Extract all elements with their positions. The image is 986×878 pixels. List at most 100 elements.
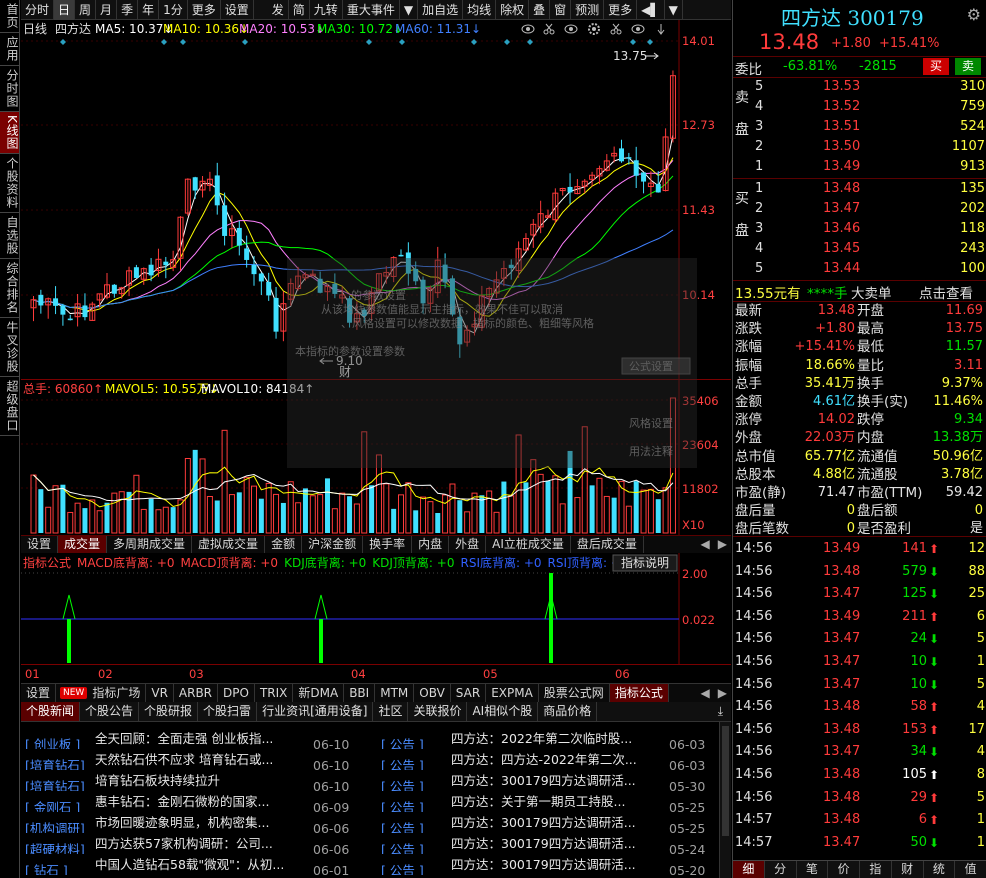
news-item[interactable]: [超硬材料] 四方达获57家机构调研：公司... 06-06 [25,833,365,854]
overlay-formula-btn[interactable]: 公式设置 [629,360,673,373]
nav-item[interactable]: 超级盘口 [0,377,19,436]
news-title[interactable]: 市场回暖迹象明显，机构密集... [95,812,313,833]
big-order-row[interactable]: 13.55元有 ****手 大卖单 点击查看 [733,281,986,302]
big-order-link[interactable]: 点击查看 [919,282,973,302]
indicator-tab[interactable]: TRIX [255,684,294,702]
indicator-tab[interactable]: EXPMA [486,684,539,702]
news-item[interactable]: [ 钻石 ] 中国人造钻石58载"微观"：从初... 06-01 [25,854,365,875]
news-title[interactable]: 中国人造钻石58载"微观"：从初... [95,854,313,875]
nav-item[interactable]: 综合排名 [0,259,19,318]
toolbar-button[interactable]: 预测 [571,0,605,20]
scroll-right-icon[interactable]: ▶ [714,536,731,553]
quote-tab[interactable]: 价 [828,861,860,878]
new-badge[interactable]: NEW [60,687,88,699]
indicator-tab[interactable]: 指标公式 [609,684,669,702]
volume-tab[interactable]: 设置 [21,536,59,553]
indicator-tab[interactable]: VR [146,684,174,702]
overlay-usage-btn[interactable]: 用法注释 [629,444,673,458]
toolbar-button[interactable]: 年 [138,0,160,20]
order-level[interactable]: 2 13.50 1107 [733,137,986,157]
toolbar-button[interactable]: ◀▌ [637,0,665,20]
news-tab[interactable]: 个股扫雷 [198,702,258,721]
quote-tab[interactable]: 笔 [797,861,829,878]
order-level[interactable]: 1 13.48 135 [733,179,986,199]
nav-item[interactable]: 首页 [0,0,19,33]
volume-tab[interactable]: 换手率 [363,536,413,553]
volume-tab[interactable]: 成交量 [58,536,108,553]
volume-tab[interactable]: 多周期成交量 [107,536,193,553]
news-title[interactable]: 四方达获57家机构调研：公司... [95,833,313,854]
news-tab[interactable]: 社区 [373,702,409,721]
indicator-tab[interactable]: 设置 [21,684,57,702]
news-title[interactable]: 四方达：300179四方达调研活... [451,770,669,791]
news-tab[interactable]: 个股研报 [139,702,199,721]
quote-tab[interactable]: 分 [765,861,797,878]
order-level[interactable]: 5 13.44 100 [733,259,986,279]
news-tab[interactable]: 个股新闻 [21,702,81,721]
news-item[interactable]: [培育钻石] 培育钻石板块持续拉升 06-10 [25,770,365,791]
download-icon[interactable]: ⤓ [710,702,731,721]
nav-item[interactable]: 个股资料 [0,154,19,213]
toolbar-button[interactable]: 更多 [604,0,638,20]
news-title[interactable]: 培育钻石板块持续拉升 [95,770,313,791]
indicator-tab[interactable]: MTM [375,684,415,702]
toolbar-button[interactable]: 1分 [159,0,188,20]
overlay-style-btn[interactable]: 风格设置 [629,416,673,430]
indicator-tab[interactable]: DPO [218,684,255,702]
toolbar-button[interactable]: ▼ [665,0,683,20]
indicator-tab[interactable]: 新DMA [293,684,345,702]
quote-tab[interactable]: 财 [892,861,924,878]
quote-tab[interactable]: 值 [955,861,986,878]
toolbar-button[interactable]: 季 [117,0,139,20]
volume-tab[interactable]: AI立桩成交量 [486,536,571,553]
toolbar-button[interactable]: ▼ [400,0,419,20]
indicator-tab[interactable]: OBV [414,684,451,702]
sell-button[interactable]: 卖 [955,58,981,75]
indicator-tab[interactable]: 指标广场 [87,684,147,702]
settings-gear-icon[interactable]: ⚙ [967,5,981,24]
news-item[interactable]: [ 金刚石 ] 惠丰钻石：金刚石微粉的国家... 06-09 [25,791,365,812]
toolbar-button[interactable]: 窗 [550,0,572,20]
news-title[interactable]: 四方达：300179四方达调研活... [451,854,669,875]
nav-item[interactable]: 牛叉诊股 [0,318,19,377]
nav-item[interactable]: 分时图 [0,66,19,112]
news-tab[interactable]: AI相似个股 [467,702,539,721]
volume-tab[interactable]: 沪深金额 [302,536,364,553]
news-scrollbar[interactable] [719,722,731,878]
volume-tab[interactable]: 内盘 [412,536,450,553]
indicator-tab[interactable]: ARBR [174,684,219,702]
news-item[interactable]: [ 公告 ] 四方达：2022年第二次临时股... 06-03 [381,728,721,749]
toolbar-button[interactable]: 发 [268,0,289,20]
kline-chart[interactable]: 日线 四方达 MA5: 10.37↓ MA10: 10.36↓ MA20: 10… [21,20,731,380]
toolbar-button[interactable]: 月 [96,0,118,20]
toolbar-button[interactable]: 九转 [310,0,343,20]
news-item[interactable]: [培育钻石] 天然钻石供不应求 培育钻石或... 06-10 [25,749,365,770]
volume-tab[interactable]: 金额 [265,536,303,553]
order-level[interactable]: 4 13.45 243 [733,239,986,259]
indicator-chart[interactable]: 指标公式 MACD底背离: +0 MACD顶背离: +0 KDJ底背离: +0 KDJ顶… [21,553,731,665]
news-item[interactable]: [ 公告 ] 四方达：四方达-2022年第二次... 06-03 [381,749,721,770]
news-item[interactable]: [ 公告 ] 四方达：300179四方达调研活... 05-25 [381,812,721,833]
nav-item[interactable]: K线图 [0,112,19,154]
news-item[interactable]: [ 创业板 ] 全天回顾：全面走强 创业板指... 06-10 [25,728,365,749]
toolbar-button[interactable]: 除权 [496,0,530,20]
volume-tab[interactable]: 虚拟成交量 [192,536,266,553]
indicator-tab[interactable]: 股票公式网 [539,684,610,702]
scroll-left-icon[interactable]: ◀ [697,536,714,553]
volume-tab[interactable]: 外盘 [449,536,487,553]
toolbar-button[interactable]: 重大事件 [343,0,400,20]
news-title[interactable]: 四方达：四方达-2022年第二次... [451,749,669,770]
nav-item[interactable]: 自选股 [0,213,19,259]
toolbar-button[interactable]: 加自选 [418,0,464,20]
scroll-left-icon[interactable]: ◀ [697,684,714,702]
indicator-tab[interactable]: SAR [451,684,487,702]
order-level[interactable]: 3 13.51 524 [733,117,986,137]
news-title[interactable]: 四方达：关于第一期员工持股... [451,791,669,812]
news-tab[interactable]: 商品价格 [538,702,598,721]
news-item[interactable]: [ 公告 ] 四方达：300179四方达调研活... 05-24 [381,833,721,854]
toolbar-button[interactable]: 日 [54,0,76,20]
news-title[interactable]: 四方达：2022年第二次临时股... [451,728,669,749]
scrollbar-thumb[interactable] [722,726,729,836]
news-item[interactable]: [ 公告 ] 四方达：300179四方达调研活... 05-30 [381,770,721,791]
order-level[interactable]: 1 13.49 913 [733,157,986,177]
